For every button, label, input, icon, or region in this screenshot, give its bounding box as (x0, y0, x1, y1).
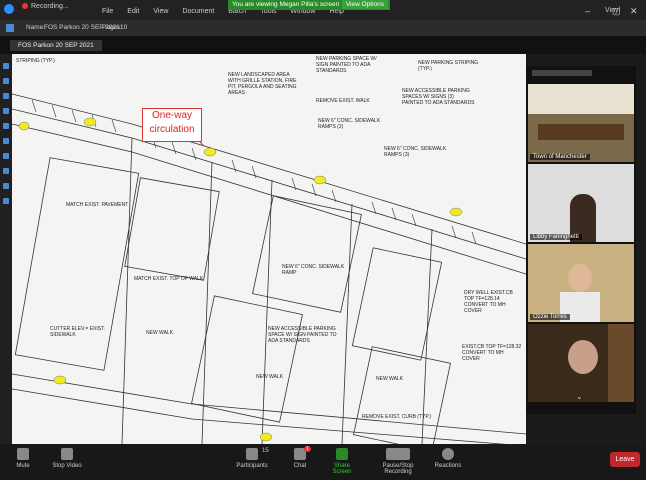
participant-name: Ozzie Torres (530, 314, 570, 320)
drawing-caption: NEW WALK (256, 374, 284, 380)
pause-stop-recording-button[interactable]: Pause/Stop Recording (368, 448, 428, 475)
record-label: Pause/Stop Recording (382, 463, 414, 475)
person-face (568, 264, 592, 292)
drawing-caption: NEW ACCESSIBLE PARKING SPACES W/ SIGNS (… (402, 88, 475, 106)
viewing-screen-label: You are viewing Megan Pilla's screen (232, 1, 340, 8)
screen-share-banner: You are viewing Megan Pilla's screen Vie… (228, 0, 390, 10)
pause-stop-icon (386, 448, 410, 460)
menu-view[interactable]: View (153, 8, 168, 15)
markup-tool-icon[interactable] (3, 108, 9, 114)
stop-video-label: Stop Video (52, 463, 82, 469)
share-screen-icon (336, 448, 348, 460)
participant-name: Town of Manchester (530, 154, 590, 160)
doc-name-label: Name: (26, 24, 46, 31)
doc-tab-bar: FOS Parkon 20 SEP 2021 (0, 36, 646, 54)
participant-video[interactable]: Libby Faninghetti (528, 164, 634, 242)
drawing-caption: CUTTER ELEV.= EXIST. SIDEWALK (50, 326, 105, 338)
participants-count: 15 (262, 448, 269, 454)
participant-video[interactable] (528, 324, 634, 402)
layers-tool-icon[interactable] (3, 198, 9, 204)
text-tool-icon[interactable] (3, 123, 9, 129)
pages-value: 10 (120, 24, 128, 31)
shape-tool-icon[interactable] (3, 153, 9, 159)
drawing-caption: NEW PARKING SPACE W/ SIGN PAINTED TO ADA… (316, 56, 377, 74)
drawing-caption: DRY WELL EXIST.CB TOP TF=128.14 CONVERT … (464, 290, 513, 314)
app-logo-icon (4, 4, 14, 14)
drawing-caption: MATCH EXIST. TOP OF WALK (134, 276, 204, 282)
reactions-button[interactable]: Reactions (434, 448, 462, 469)
recording-label: Recording... (31, 3, 69, 10)
view-options-button[interactable]: View Options (341, 0, 388, 9)
drawing-caption: NEW WALK (146, 330, 174, 336)
microphone-icon (17, 448, 29, 460)
mute-button[interactable]: Mute (10, 448, 36, 469)
drawing-caption: MATCH EXIST. PAVEMENT (66, 202, 129, 208)
zoom-tool-icon[interactable] (3, 93, 9, 99)
participants-icon (246, 448, 258, 460)
drawing-caption: NEW 6" CONC. SIDEWALK RAMP (282, 264, 345, 276)
drawing-caption: REMOVE EXIST. WALK (316, 98, 370, 104)
reactions-label: Reactions (434, 463, 462, 469)
drawing-caption: NEW 6" CONC. SIDEWALK RAMPS (2) (318, 118, 381, 130)
home-icon[interactable] (6, 24, 14, 32)
share-screen-button[interactable]: Share Screen (324, 448, 360, 475)
drawing-caption: NEW 6" CONC. SIDEWALK RAMPS (3) (384, 146, 447, 158)
chat-label: Chat (293, 463, 307, 469)
pan-tool-icon[interactable] (3, 78, 9, 84)
drawing-caption: NEW LANDSCAPED AREA WITH GRILLE STATION,… (228, 72, 297, 96)
drawing-caption: EXIST.CB TOP TF=128.32 CONVERT TO MH COV… (462, 344, 522, 362)
drawing-caption: NEW ACCESSIBLE PARKING SPACE W/ SIGN PAI… (268, 326, 337, 344)
document-toolbar: Name: FOS Parkon 20 SEP 2021 Pages: 10 (0, 20, 646, 36)
room-ceiling (528, 84, 634, 114)
mute-label: Mute (16, 463, 30, 469)
bookmark-tool-icon[interactable] (3, 183, 9, 189)
stamp-tool-icon[interactable] (3, 168, 9, 174)
stop-video-button[interactable]: Stop Video (50, 448, 84, 469)
site-plan-drawing[interactable]: One-way circulation STRIPING (TYP.) NEW … (12, 54, 526, 444)
panel-scroll-down-icon[interactable]: ⌄ (576, 392, 583, 401)
recording-indicator[interactable]: Recording... (22, 3, 69, 10)
menu-edit[interactable]: Edit (127, 8, 139, 15)
participant-video[interactable]: Ozzie Torres (528, 244, 634, 322)
participant-name: Libby Faninghetti (530, 234, 582, 240)
drawing-caption: NEW PARKING STRIPING (TYP.) (418, 60, 479, 72)
maximize-icon[interactable]: ▢ (612, 6, 621, 17)
chat-badge: 1 (304, 446, 311, 452)
leave-button[interactable]: Leave (610, 452, 640, 467)
drawing-caption: REMOVE EXIST. CURB (TYP.) (362, 414, 432, 420)
menu-file[interactable]: File (102, 8, 113, 15)
meeting-controls: Mute Stop Video Participants 15 Chat 1 S… (0, 444, 646, 480)
drawing-caption: STRIPING (TYP.) (16, 58, 55, 64)
left-toolbar (0, 54, 12, 444)
person-face (568, 340, 598, 374)
reactions-icon (442, 448, 454, 460)
participants-label: Participants (236, 463, 268, 469)
close-icon[interactable]: ✕ (630, 6, 638, 17)
share-label: Share Screen (332, 463, 352, 475)
window-titlebar: Recording... File Edit View Document Batch To… (0, 0, 646, 20)
site-plan-svg (12, 93, 526, 444)
participant-video[interactable]: Town of Manchester (528, 84, 634, 162)
select-tool-icon[interactable] (3, 63, 9, 69)
menu-document[interactable]: Document (182, 8, 214, 15)
tab-document[interactable]: FOS Parkon 20 SEP 2021 (10, 40, 102, 51)
panel-toolbar-icon[interactable] (532, 70, 592, 76)
meeting-table (538, 124, 624, 140)
bookshelf (608, 324, 634, 402)
minimize-icon[interactable]: – (585, 6, 590, 16)
drawing-caption: NEW WALK (376, 376, 404, 382)
one-way-callout: One-way circulation (142, 108, 202, 142)
measure-tool-icon[interactable] (3, 138, 9, 144)
record-dot-icon (22, 3, 28, 10)
video-camera-icon (61, 448, 73, 460)
